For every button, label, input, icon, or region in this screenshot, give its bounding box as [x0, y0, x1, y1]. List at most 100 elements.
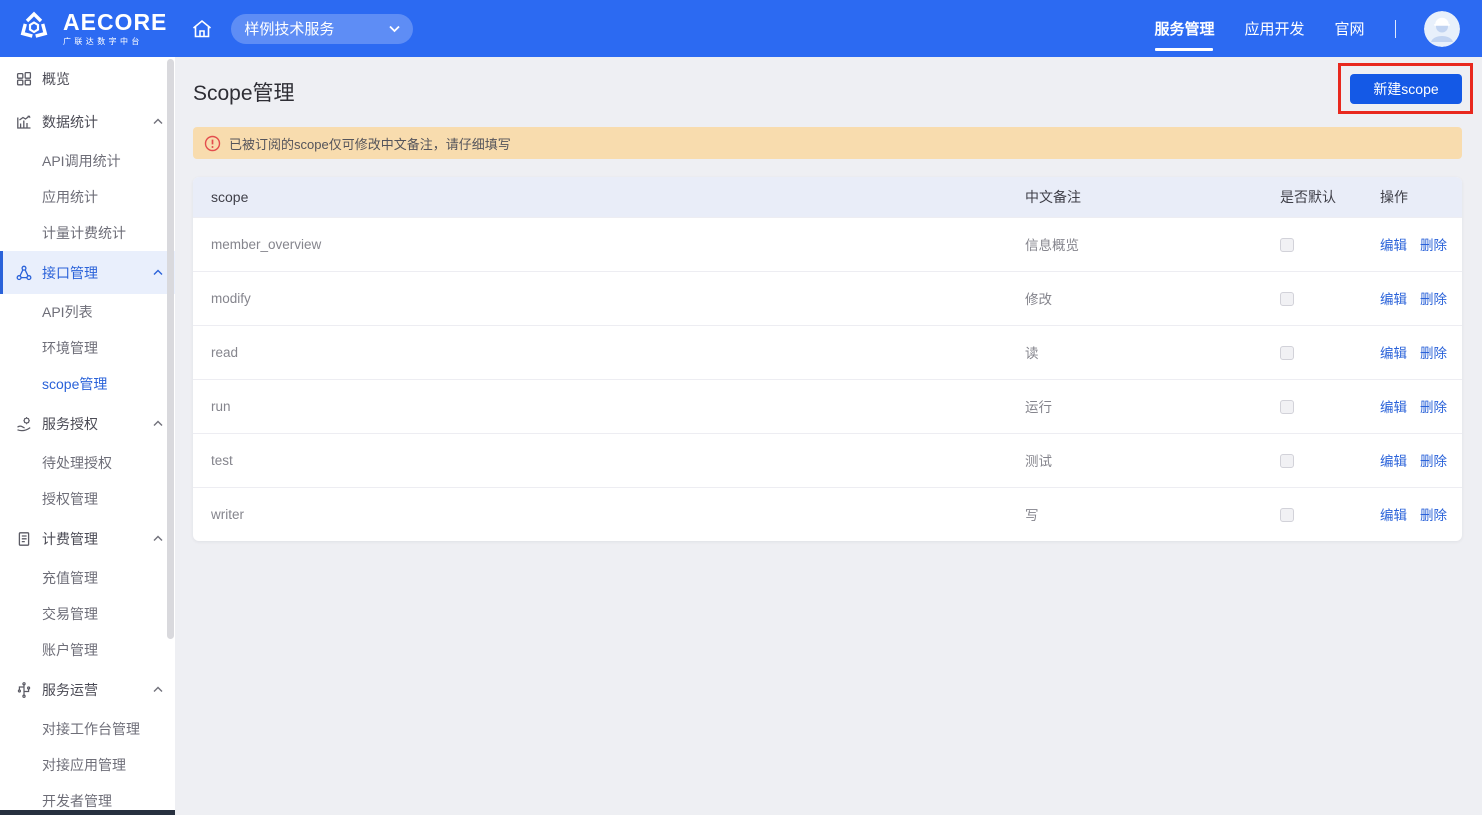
scope-cell: test	[193, 433, 1007, 487]
remark-cell: 信息概览	[1007, 217, 1262, 271]
delete-link[interactable]: 删除	[1420, 346, 1447, 361]
default-checkbox[interactable]	[1280, 508, 1294, 522]
default-checkbox[interactable]	[1280, 346, 1294, 360]
remark-cell: 测试	[1007, 433, 1262, 487]
billing-icon	[16, 531, 32, 547]
nav-app-development[interactable]: 应用开发	[1244, 0, 1304, 57]
column-header-actions: 操作	[1362, 177, 1462, 217]
delete-link[interactable]: 删除	[1420, 454, 1447, 469]
sidebar: 概览 数据统计 API调用统计 应用统计 计量计费统计 接口管理 API列表 环…	[0, 57, 175, 815]
sidebar-item-label: 计费管理	[42, 529, 98, 549]
sidebar-item-label: 服务授权	[42, 414, 98, 434]
brand-title: AECORE	[63, 11, 167, 34]
sidebar-item-service-operations[interactable]: 服务运营	[0, 668, 175, 711]
sidebar-item-transaction-management[interactable]: 交易管理	[0, 596, 175, 632]
bar-chart-icon	[16, 114, 32, 130]
operations-icon	[16, 682, 32, 698]
edit-link[interactable]: 编辑	[1380, 292, 1407, 307]
overview-icon	[16, 71, 32, 87]
edit-link[interactable]: 编辑	[1380, 238, 1407, 253]
sidebar-item-authorization-management[interactable]: 授权管理	[0, 481, 175, 517]
sidebar-item-service-authorization[interactable]: 服务授权	[0, 402, 175, 445]
chevron-up-icon	[153, 535, 163, 542]
active-nav-underline	[1155, 48, 1213, 52]
page-title: Scope管理	[193, 77, 295, 107]
delete-link[interactable]: 删除	[1420, 238, 1447, 253]
scope-table: scope 中文备注 是否默认 操作 member_overview 信息概览 …	[193, 177, 1462, 541]
brand-logo: AECORE 广联达数字中台	[0, 6, 167, 51]
chevron-up-icon	[153, 686, 163, 693]
sidebar-item-label: 接口管理	[42, 263, 98, 283]
delete-link[interactable]: 删除	[1420, 400, 1447, 415]
notice-text: 已被订阅的scope仅可修改中文备注，请仔细填写	[229, 134, 511, 153]
scope-cell: run	[193, 379, 1007, 433]
notice-banner: 已被订阅的scope仅可修改中文备注，请仔细填写	[193, 127, 1462, 159]
scope-cell: modify	[193, 271, 1007, 325]
default-checkbox[interactable]	[1280, 454, 1294, 468]
sidebar-item-label: 概览	[42, 69, 70, 89]
user-avatar[interactable]	[1424, 11, 1460, 47]
sidebar-item-integration-workbench-management[interactable]: 对接工作台管理	[0, 711, 175, 747]
sidebar-item-data-statistics[interactable]: 数据统计	[0, 100, 175, 143]
sidebar-scrollbar[interactable]	[167, 59, 174, 639]
new-scope-button[interactable]: 新建scope	[1350, 74, 1462, 104]
sidebar-item-label: 数据统计	[42, 112, 98, 132]
sidebar-item-scope-management[interactable]: scope管理	[0, 366, 175, 402]
sidebar-item-account-management[interactable]: 账户管理	[0, 632, 175, 668]
chevron-up-icon	[153, 269, 163, 276]
sidebar-item-integration-app-management[interactable]: 对接应用管理	[0, 747, 175, 783]
remark-cell: 修改	[1007, 271, 1262, 325]
brand-logo-icon	[14, 6, 54, 51]
sidebar-item-api-list[interactable]: API列表	[0, 294, 175, 330]
edit-link[interactable]: 编辑	[1380, 454, 1407, 469]
chevron-up-icon	[153, 118, 163, 125]
nav-official-site[interactable]: 官网	[1334, 0, 1364, 57]
sidebar-item-overview[interactable]: 概览	[0, 57, 175, 100]
table-row: modify 修改 编辑删除	[193, 271, 1462, 325]
edit-link[interactable]: 编辑	[1380, 346, 1407, 361]
sidebar-item-api-management[interactable]: 接口管理	[0, 251, 175, 294]
sidebar-item-environment-management[interactable]: 环境管理	[0, 330, 175, 366]
default-checkbox[interactable]	[1280, 400, 1294, 414]
scope-cell: writer	[193, 487, 1007, 541]
column-header-scope: scope	[193, 177, 1007, 217]
nav-label: 服务管理	[1154, 18, 1214, 39]
sidebar-item-metering-billing-statistics[interactable]: 计量计费统计	[0, 215, 175, 251]
default-checkbox[interactable]	[1280, 292, 1294, 306]
delete-link[interactable]: 删除	[1420, 508, 1447, 523]
home-icon[interactable]	[191, 18, 213, 40]
nav-service-management[interactable]: 服务管理	[1154, 0, 1214, 57]
sidebar-item-app-statistics[interactable]: 应用统计	[0, 179, 175, 215]
edit-link[interactable]: 编辑	[1380, 400, 1407, 415]
nav-label: 应用开发	[1244, 18, 1304, 39]
nav-label: 官网	[1334, 18, 1364, 39]
sidebar-item-pending-authorization[interactable]: 待处理授权	[0, 445, 175, 481]
remark-cell: 运行	[1007, 379, 1262, 433]
chevron-down-icon	[389, 20, 400, 37]
warning-icon	[204, 135, 221, 152]
table-row: run 运行 编辑删除	[193, 379, 1462, 433]
remark-cell: 读	[1007, 325, 1262, 379]
sidebar-item-recharge-management[interactable]: 充值管理	[0, 560, 175, 596]
remark-cell: 写	[1007, 487, 1262, 541]
workspace-selector[interactable]: 样例技术服务	[231, 14, 413, 44]
sidebar-bottom-bar	[0, 810, 175, 815]
brand-subtitle: 广联达数字中台	[63, 38, 167, 46]
chevron-up-icon	[153, 420, 163, 427]
table-row: writer 写 编辑删除	[193, 487, 1462, 541]
sidebar-item-api-call-statistics[interactable]: API调用统计	[0, 143, 175, 179]
delete-link[interactable]: 删除	[1420, 292, 1447, 307]
sidebar-item-billing-management[interactable]: 计费管理	[0, 517, 175, 560]
default-checkbox[interactable]	[1280, 238, 1294, 252]
scope-cell: read	[193, 325, 1007, 379]
edit-link[interactable]: 编辑	[1380, 508, 1407, 523]
table-row: read 读 编辑删除	[193, 325, 1462, 379]
scope-table-card: scope 中文备注 是否默认 操作 member_overview 信息概览 …	[193, 177, 1462, 541]
column-header-default: 是否默认	[1262, 177, 1362, 217]
authorization-icon	[16, 416, 32, 432]
top-header-bar: AECORE 广联达数字中台 样例技术服务 服务管理 应用开发 官网	[0, 0, 1482, 57]
workspace-selector-value: 样例技术服务	[244, 18, 334, 39]
column-header-remark: 中文备注	[1007, 177, 1262, 217]
table-header-row: scope 中文备注 是否默认 操作	[193, 177, 1462, 217]
main-content: Scope管理 新建scope 已被订阅的scope仅可修改中文备注，请仔细填写…	[175, 57, 1482, 815]
